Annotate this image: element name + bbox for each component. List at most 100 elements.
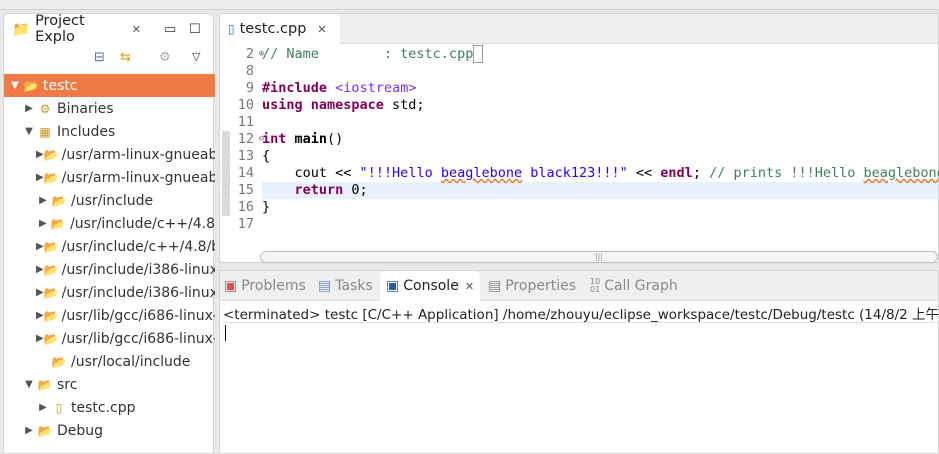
include-folder-icon: 📂: [43, 308, 59, 323]
project-explorer-icon: 📁: [12, 21, 31, 38]
line-number: 14: [220, 165, 260, 182]
tree-item[interactable]: 📂 /usr/local/include: [4, 350, 215, 373]
tree-item-label: /usr/lib/gcc/i686-linux-: [61, 330, 215, 347]
collapsed-twisty-icon[interactable]: ▶: [36, 172, 44, 183]
tab-label: Call Graph: [604, 278, 678, 294]
line-number-text: 15: [237, 182, 254, 198]
collapsed-twisty-icon[interactable]: ▶: [36, 264, 44, 275]
collapsed-twisty-icon[interactable]: ▶: [36, 149, 44, 160]
expanded-twisty-icon[interactable]: ▼: [22, 126, 36, 137]
properties-icon: ▤: [488, 278, 502, 294]
tab-properties[interactable]: ▤ Properties: [488, 271, 576, 301]
code-line: #include <iostream>: [262, 80, 417, 96]
line-number: 16: [220, 199, 260, 216]
folder-icon: 📂: [37, 423, 53, 438]
tree-item-label: Includes: [57, 123, 116, 140]
tab-label: testc.cpp: [239, 21, 307, 37]
tree-item-label: Debug: [57, 422, 104, 439]
close-icon[interactable]: ✕: [317, 23, 326, 36]
tree-item-label: /usr/include/c++/4.8: [70, 215, 215, 232]
tree-item[interactable]: ▶ 📂/usr/include/i386-linux: [4, 281, 215, 304]
console-icon: ▣: [386, 278, 400, 294]
binaries-icon: ⚙: [39, 101, 51, 116]
line-number-text: 8: [245, 63, 254, 79]
collapsed-twisty-icon[interactable]: ▶: [36, 333, 44, 344]
expanded-twisty-icon[interactable]: ▼: [22, 379, 36, 390]
tree-item[interactable]: ▼ ▦ Includes: [4, 120, 215, 143]
horizontal-scrollbar[interactable]: |||: [260, 251, 938, 263]
collapsed-twisty-icon[interactable]: ▶: [36, 287, 44, 298]
collapsed-twisty-icon[interactable]: ▶: [22, 425, 36, 436]
collapsed-twisty-icon[interactable]: ▶: [36, 402, 50, 413]
tree-item[interactable]: ▶ ▯ testc.cpp: [4, 396, 215, 419]
tree-item[interactable]: ▶ 📂 /usr/include/c++/4.8: [4, 212, 215, 235]
tree-item-label: /usr/include/c++/4.8/b: [61, 238, 215, 255]
tab-testc-cpp[interactable]: ▯ testc.cpp ✕: [220, 14, 340, 44]
code-lines[interactable]: // Name : testc.cpp #include <iostream> …: [262, 45, 939, 233]
collapsed-twisty-icon[interactable]: ▶: [36, 310, 44, 321]
tree-item-label: /usr/arm-linux-gnueab: [61, 169, 215, 186]
tree-item-label: /usr/include/i386-linux: [61, 261, 215, 278]
tree-item-label: /usr/lib/gcc/i686-linux-: [61, 307, 215, 324]
line-number: 13: [220, 148, 260, 165]
tree-item[interactable]: ▶ 📂 Debug: [4, 419, 215, 442]
filter-icon[interactable]: ⚙: [159, 50, 171, 65]
line-number-text: 12: [237, 131, 254, 147]
line-number-text: 17: [237, 216, 254, 232]
code-line: // Name : testc.cpp: [262, 45, 938, 63]
cpp-file-icon: ▯: [55, 400, 63, 415]
tab-console[interactable]: ▣ Console ✕: [380, 271, 481, 301]
maximize-button[interactable]: ☐: [189, 22, 201, 37]
project-tree: ▼ 📂 testc ▶ ⚙ Binaries ▼ ▦ Includes ▶ 📂/usr/arm-li…: [4, 74, 215, 442]
tab-label: Project Explo: [35, 13, 85, 45]
tree-item[interactable]: ▼ 📂 src: [4, 373, 215, 396]
console-header: <terminated> testc [C/C++ Application] /…: [223, 303, 938, 323]
tab-tasks[interactable]: ▤ Tasks: [318, 271, 373, 301]
collapsed-twisty-icon[interactable]: ▶: [22, 103, 36, 114]
close-icon[interactable]: ✕: [465, 280, 474, 293]
view-menu-icon[interactable]: ▽: [192, 50, 200, 63]
includes-icon: ▦: [39, 124, 51, 139]
minimize-button[interactable]: ▭: [164, 22, 176, 37]
collapsed-twisty-icon[interactable]: ▶: [36, 218, 50, 229]
tree-item[interactable]: ▶ 📂/usr/include/c++/4.8/b: [4, 235, 215, 258]
tree-item-label: /usr/include/i386-linux: [61, 284, 215, 301]
line-number-text: 10: [237, 97, 254, 113]
close-icon[interactable]: ✕: [132, 23, 141, 36]
tree-item[interactable]: ▶ 📂/usr/lib/gcc/i686-linux-: [4, 304, 215, 327]
problems-icon: ▣: [224, 278, 238, 294]
code-editor[interactable]: 2 ⊕ 8 9 10 11 12 ⊖ 13 14 15 16 17 // Name : testc.cp…: [220, 45, 939, 250]
collapse-all-icon[interactable]: ⊟: [94, 50, 105, 65]
tree-item[interactable]: ▶ 📂/usr/lib/gcc/i686-linux-: [4, 327, 215, 350]
tree-item[interactable]: ▼ 📂 testc: [4, 74, 215, 97]
tree-item[interactable]: ▶ 📂/usr/arm-linux-gnueab: [4, 166, 215, 189]
include-folder-icon: 📂: [51, 193, 67, 208]
tab-project-explorer[interactable]: 📁 Project Explo ✕: [4, 13, 149, 45]
collapsed-twisty-icon[interactable]: ▶: [36, 241, 44, 252]
tree-item[interactable]: ▶ 📂/usr/include/i386-linux: [4, 258, 215, 281]
editor-panel: ▯ testc.cpp ✕ 2 ⊕ 8 9 10 11 12 ⊖ 13 14 15 16 17 // N…: [219, 13, 939, 263]
line-number-gutter: 2 ⊕ 8 9 10 11 12 ⊖ 13 14 15 16 17: [220, 46, 264, 250]
include-folder-icon: 📂: [51, 354, 67, 369]
console-panel: ▣ Problems ▤ Tasks ▣ Console ✕ ▤ Properties 1…: [219, 270, 939, 454]
tab-problems[interactable]: ▣ Problems: [224, 271, 306, 301]
tab-call-graph[interactable]: 10 01 Call Graph: [590, 271, 678, 301]
line-number-text: 11: [237, 114, 254, 130]
line-number: 17: [220, 216, 260, 233]
tab-label: Problems: [241, 278, 306, 294]
tree-item[interactable]: ▶ 📂 /usr/include: [4, 189, 215, 212]
code-line: }: [262, 199, 271, 215]
tab-label: Console: [403, 278, 459, 294]
line-number: 15: [220, 182, 260, 199]
collapsed-twisty-icon[interactable]: ▶: [36, 195, 50, 206]
tasks-icon: ▤: [318, 278, 332, 294]
expanded-twisty-icon[interactable]: ▼: [8, 80, 22, 91]
link-with-editor-icon[interactable]: ⇆: [120, 50, 131, 65]
tree-item[interactable]: ▶ ⚙ Binaries: [4, 97, 215, 120]
project-folder-icon: 📂: [23, 78, 39, 93]
line-number-text: 13: [237, 148, 254, 164]
tree-item[interactable]: ▶ 📂/usr/arm-linux-gnueab: [4, 143, 215, 166]
